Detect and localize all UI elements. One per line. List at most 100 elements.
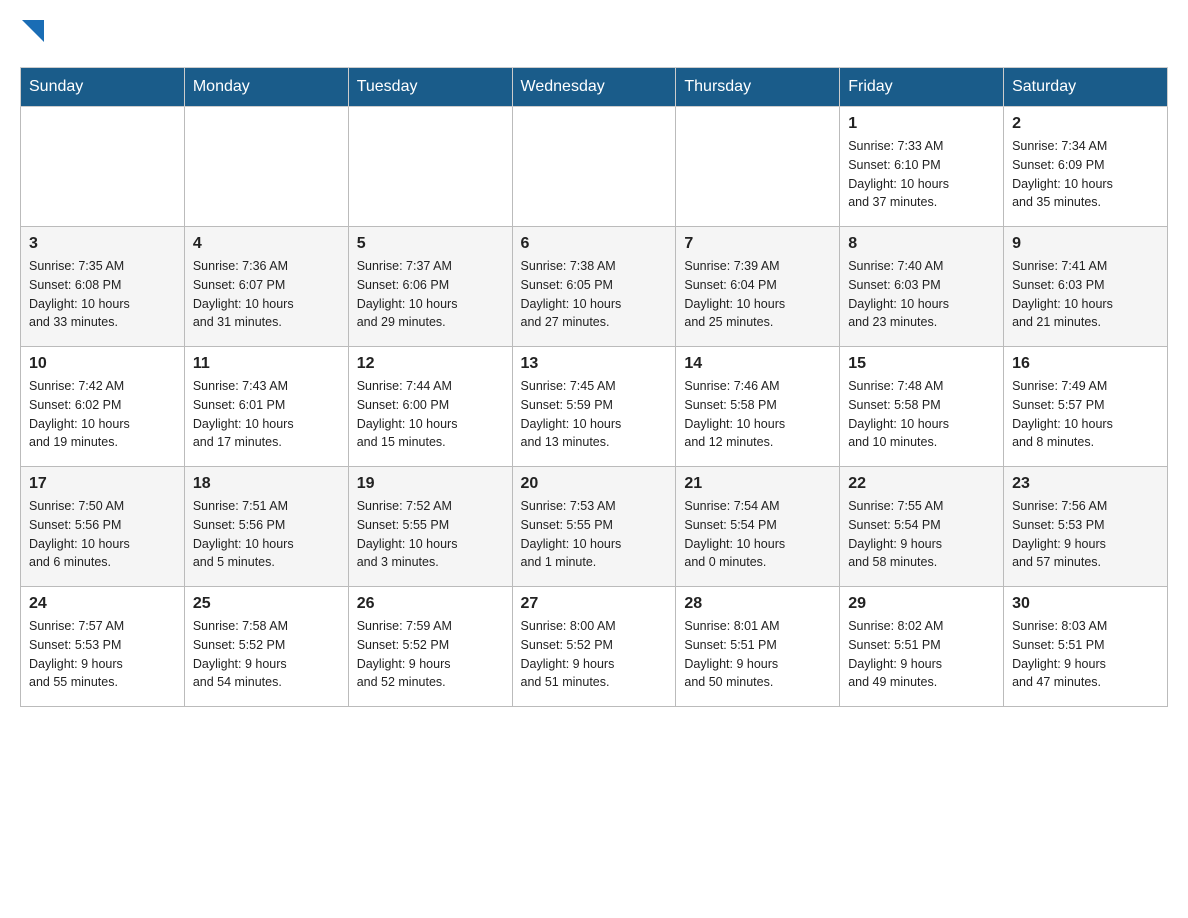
day-info: Sunrise: 8:01 AM Sunset: 5:51 PM Dayligh… [684,617,831,692]
day-info: Sunrise: 7:52 AM Sunset: 5:55 PM Dayligh… [357,497,504,572]
day-number: 18 [193,475,340,493]
day-number: 26 [357,595,504,613]
day-info: Sunrise: 7:41 AM Sunset: 6:03 PM Dayligh… [1012,257,1159,332]
day-info: Sunrise: 7:54 AM Sunset: 5:54 PM Dayligh… [684,497,831,572]
day-info: Sunrise: 7:49 AM Sunset: 5:57 PM Dayligh… [1012,377,1159,452]
calendar-cell: 5Sunrise: 7:37 AM Sunset: 6:06 PM Daylig… [348,227,512,347]
day-number: 12 [357,355,504,373]
logo [20,20,44,47]
day-number: 11 [193,355,340,373]
day-number: 21 [684,475,831,493]
calendar-cell: 12 Sunrise: 7:44 AM Sunset: 6:00 PM Dayli… [348,347,512,467]
day-number: 15 [848,355,995,373]
calendar-cell: 17Sunrise: 7:50 AM Sunset: 5:56 PM Dayli… [21,467,185,587]
calendar-cell: 15 Sunrise: 7:48 AM Sunset: 5:58 PM Dayli… [840,347,1004,467]
calendar-cell: 20Sunrise: 7:53 AM Sunset: 5:55 PM Dayli… [512,467,676,587]
calendar-cell: 19 Sunrise: 7:52 AM Sunset: 5:55 PM Dayli… [348,467,512,587]
day-number: 25 [193,595,340,613]
day-info: Sunrise: 7:36 AM Sunset: 6:07 PM Dayligh… [193,257,340,332]
day-info: Sunrise: 7:39 AM Sunset: 6:04 PM Dayligh… [684,257,831,332]
weekday-header-saturday: Saturday [1004,68,1168,107]
day-info: Sunrise: 7:56 AM Sunset: 5:53 PM Dayligh… [1012,497,1159,572]
day-info: Sunrise: 7:53 AM Sunset: 5:55 PM Dayligh… [521,497,668,572]
weekday-header-thursday: Thursday [676,68,840,107]
day-info: Sunrise: 7:46 AM Sunset: 5:58 PM Dayligh… [684,377,831,452]
logo-triangle-icon [22,20,44,42]
calendar-week-row: 10 Sunrise: 7:42 AM Sunset: 6:02 PM Dayli… [21,347,1168,467]
calendar-cell: 3 Sunrise: 7:35 AM Sunset: 6:08 PM Daylig… [21,227,185,347]
day-info: Sunrise: 8:03 AM Sunset: 5:51 PM Dayligh… [1012,617,1159,692]
calendar-cell: 7 Sunrise: 7:39 AM Sunset: 6:04 PM Daylig… [676,227,840,347]
calendar-week-row: 24 Sunrise: 7:57 AM Sunset: 5:53 PM Dayli… [21,587,1168,707]
day-info: Sunrise: 7:59 AM Sunset: 5:52 PM Dayligh… [357,617,504,692]
day-info: Sunrise: 7:48 AM Sunset: 5:58 PM Dayligh… [848,377,995,452]
day-info: Sunrise: 7:37 AM Sunset: 6:06 PM Dayligh… [357,257,504,332]
calendar-cell: 2Sunrise: 7:34 AM Sunset: 6:09 PM Daylig… [1004,107,1168,227]
calendar-cell [512,107,676,227]
day-info: Sunrise: 7:58 AM Sunset: 5:52 PM Dayligh… [193,617,340,692]
calendar-cell: 29Sunrise: 8:02 AM Sunset: 5:51 PM Dayli… [840,587,1004,707]
calendar-cell: 10 Sunrise: 7:42 AM Sunset: 6:02 PM Dayli… [21,347,185,467]
day-info: Sunrise: 8:02 AM Sunset: 5:51 PM Dayligh… [848,617,995,692]
day-info: Sunrise: 7:38 AM Sunset: 6:05 PM Dayligh… [521,257,668,332]
calendar-cell [676,107,840,227]
calendar-cell: 23 Sunrise: 7:56 AM Sunset: 5:53 PM Dayli… [1004,467,1168,587]
day-number: 30 [1012,595,1159,613]
calendar-cell [348,107,512,227]
day-number: 27 [521,595,668,613]
calendar-cell: 24 Sunrise: 7:57 AM Sunset: 5:53 PM Dayli… [21,587,185,707]
weekday-header-wednesday: Wednesday [512,68,676,107]
calendar-cell: 26 Sunrise: 7:59 AM Sunset: 5:52 PM Dayli… [348,587,512,707]
day-info: Sunrise: 7:35 AM Sunset: 6:08 PM Dayligh… [29,257,176,332]
day-number: 22 [848,475,995,493]
weekday-header-monday: Monday [184,68,348,107]
day-info: Sunrise: 7:40 AM Sunset: 6:03 PM Dayligh… [848,257,995,332]
day-info: Sunrise: 7:55 AM Sunset: 5:54 PM Dayligh… [848,497,995,572]
calendar-cell: 25 Sunrise: 7:58 AM Sunset: 5:52 PM Dayli… [184,587,348,707]
calendar-cell: 9 Sunrise: 7:41 AM Sunset: 6:03 PM Daylig… [1004,227,1168,347]
day-number: 7 [684,235,831,253]
calendar-cell: 27 Sunrise: 8:00 AM Sunset: 5:52 PM Dayli… [512,587,676,707]
day-info: Sunrise: 7:34 AM Sunset: 6:09 PM Dayligh… [1012,137,1159,212]
day-number: 9 [1012,235,1159,253]
calendar-table: SundayMondayTuesdayWednesdayThursdayFrid… [20,67,1168,707]
day-info: Sunrise: 7:44 AM Sunset: 6:00 PM Dayligh… [357,377,504,452]
calendar-cell: 18 Sunrise: 7:51 AM Sunset: 5:56 PM Dayli… [184,467,348,587]
weekday-header-sunday: Sunday [21,68,185,107]
day-number: 4 [193,235,340,253]
calendar-week-row: 3 Sunrise: 7:35 AM Sunset: 6:08 PM Daylig… [21,227,1168,347]
day-number: 23 [1012,475,1159,493]
day-number: 6 [521,235,668,253]
day-number: 10 [29,355,176,373]
calendar-cell: 21 Sunrise: 7:54 AM Sunset: 5:54 PM Dayli… [676,467,840,587]
day-number: 19 [357,475,504,493]
calendar-cell: 8 Sunrise: 7:40 AM Sunset: 6:03 PM Daylig… [840,227,1004,347]
day-info: Sunrise: 7:51 AM Sunset: 5:56 PM Dayligh… [193,497,340,572]
weekday-header-tuesday: Tuesday [348,68,512,107]
calendar-cell: 4 Sunrise: 7:36 AM Sunset: 6:07 PM Daylig… [184,227,348,347]
day-number: 8 [848,235,995,253]
day-number: 14 [684,355,831,373]
calendar-cell: 6 Sunrise: 7:38 AM Sunset: 6:05 PM Daylig… [512,227,676,347]
calendar-cell: 13 Sunrise: 7:45 AM Sunset: 5:59 PM Dayli… [512,347,676,467]
calendar-week-row: 1Sunrise: 7:33 AM Sunset: 6:10 PM Daylig… [21,107,1168,227]
weekday-header-friday: Friday [840,68,1004,107]
calendar-cell: 14 Sunrise: 7:46 AM Sunset: 5:58 PM Dayli… [676,347,840,467]
day-info: Sunrise: 7:50 AM Sunset: 5:56 PM Dayligh… [29,497,176,572]
day-info: Sunrise: 7:42 AM Sunset: 6:02 PM Dayligh… [29,377,176,452]
day-number: 24 [29,595,176,613]
calendar-cell: 11 Sunrise: 7:43 AM Sunset: 6:01 PM Dayli… [184,347,348,467]
calendar-cell: 28 Sunrise: 8:01 AM Sunset: 5:51 PM Dayli… [676,587,840,707]
day-info: Sunrise: 7:33 AM Sunset: 6:10 PM Dayligh… [848,137,995,212]
day-number: 3 [29,235,176,253]
weekday-header-row: SundayMondayTuesdayWednesdayThursdayFrid… [21,68,1168,107]
day-info: Sunrise: 7:57 AM Sunset: 5:53 PM Dayligh… [29,617,176,692]
day-info: Sunrise: 8:00 AM Sunset: 5:52 PM Dayligh… [521,617,668,692]
calendar-cell: 30 Sunrise: 8:03 AM Sunset: 5:51 PM Dayli… [1004,587,1168,707]
day-number: 28 [684,595,831,613]
calendar-cell: 16Sunrise: 7:49 AM Sunset: 5:57 PM Dayli… [1004,347,1168,467]
day-info: Sunrise: 7:43 AM Sunset: 6:01 PM Dayligh… [193,377,340,452]
calendar-week-row: 17Sunrise: 7:50 AM Sunset: 5:56 PM Dayli… [21,467,1168,587]
day-info: Sunrise: 7:45 AM Sunset: 5:59 PM Dayligh… [521,377,668,452]
day-number: 13 [521,355,668,373]
